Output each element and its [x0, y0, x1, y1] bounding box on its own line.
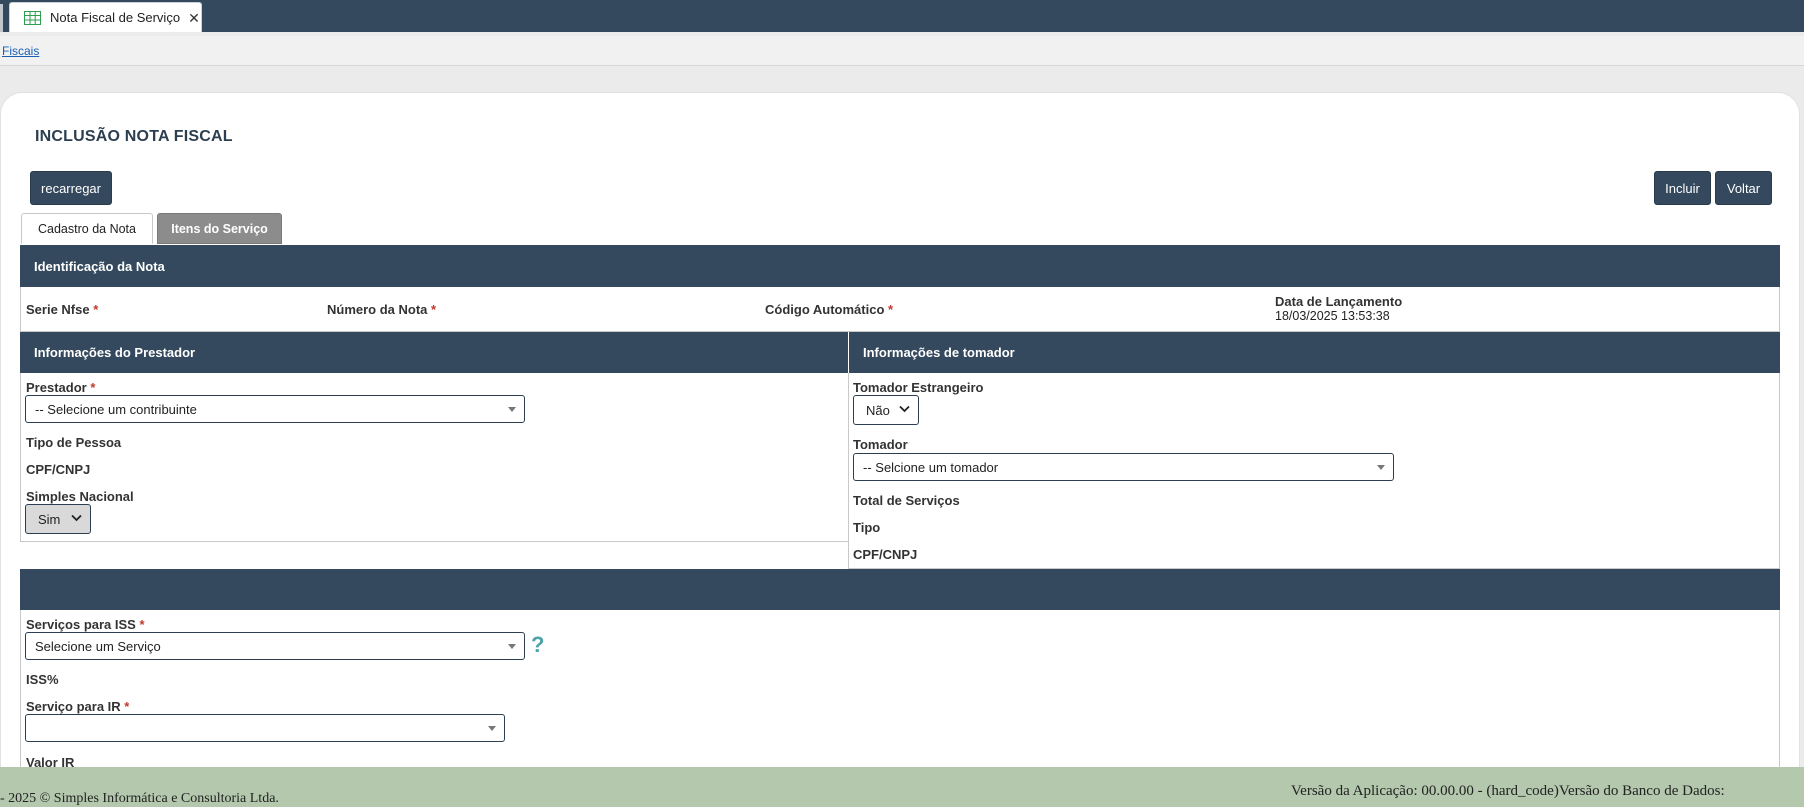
serie-nfse-label: Serie Nfse *	[26, 302, 98, 317]
include-button[interactable]: Incluir	[1654, 171, 1711, 205]
label-text: Número da Nota	[327, 302, 428, 317]
servicos-iss-label: Serviços para ISS *	[26, 617, 145, 632]
label-text: Serviço para IR	[26, 699, 121, 714]
chevron-down-icon	[508, 407, 516, 412]
data-lancamento-value: 18/03/2025 13:53:38	[1275, 309, 1390, 323]
footer-copyright: - 2025 © Simples Informática e Consultor…	[0, 791, 279, 806]
numero-nota-label: Número da Nota *	[327, 302, 436, 317]
codigo-automatico-label: Código Automático *	[765, 302, 893, 317]
tab-cadastro-da-nota[interactable]: Cadastro da Nota	[21, 213, 153, 244]
tomador-select[interactable]: -- Selcione um tomador	[853, 453, 1394, 481]
total-servicos-label: Total de Serviços	[853, 493, 960, 508]
prestador-label: Prestador *	[26, 380, 95, 395]
chevron-down-icon	[508, 644, 516, 649]
window-tab-nota-fiscal[interactable]: Nota Fiscal de Serviço ✕	[9, 2, 202, 32]
servicos-iss-select[interactable]: Selecione um Serviço	[25, 632, 525, 660]
help-icon[interactable]: ?	[531, 632, 544, 658]
section-title: Informações do Prestador	[34, 345, 196, 360]
tomador-estrangeiro-label: Tomador Estrangeiro	[853, 380, 984, 395]
tipo-pessoa-label: Tipo de Pessoa	[26, 435, 122, 450]
label-text: Serviços para ISS	[26, 617, 136, 632]
servico-ir-select[interactable]	[25, 714, 505, 742]
required-mark: *	[90, 380, 96, 395]
chevron-down-icon	[488, 726, 496, 731]
section-header-prestador: Informações do Prestador	[20, 332, 848, 373]
identificacao-panel	[20, 287, 1780, 332]
section-title: Identificação da Nota	[34, 258, 165, 274]
window-tab-title: Nota Fiscal de Serviço	[50, 10, 181, 25]
simples-nacional-label: Simples Nacional	[26, 489, 134, 504]
footer: - 2025 © Simples Informática e Consultor…	[0, 767, 1804, 807]
spreadsheet-icon	[24, 10, 41, 25]
chevron-down-icon	[899, 405, 910, 413]
chevron-down-icon	[1377, 465, 1385, 470]
footer-version: Versão da Aplicação: 00.00.00 - (hard_co…	[1291, 783, 1725, 799]
close-icon[interactable]: ✕	[188, 11, 200, 25]
required-mark: *	[888, 302, 894, 317]
label-text: Código Automático	[765, 302, 885, 317]
chevron-down-icon	[71, 514, 82, 522]
required-mark: *	[139, 617, 145, 632]
prestador-cpf-label: CPF/CNPJ	[26, 462, 91, 477]
tomador-cpf-label: CPF/CNPJ	[853, 547, 918, 562]
iss-percent-label: ISS%	[26, 672, 59, 687]
simples-nacional-value: Sim	[38, 511, 61, 527]
page-title: INCLUSÃO NOTA FISCAL	[35, 128, 233, 145]
breadcrumb-link-fiscais[interactable]: Fiscais	[2, 44, 39, 58]
required-mark: *	[93, 302, 99, 317]
label-text: Prestador	[26, 380, 87, 395]
servico-ir-label: Serviço para IR *	[26, 699, 129, 714]
prestador-select-value: -- Selecione um contribuinte	[35, 401, 197, 417]
tomador-estrangeiro-select[interactable]: Não	[853, 395, 919, 425]
breadcrumb: Fiscais	[0, 36, 1804, 66]
tab-itens-do-servico[interactable]: Itens do Serviço	[157, 213, 282, 244]
section-header-servicos	[20, 569, 1780, 610]
required-mark: *	[431, 302, 437, 317]
servicos-iss-value: Selecione um Serviço	[35, 638, 161, 654]
data-lancamento-label: Data de Lançamento	[1275, 294, 1403, 309]
section-header-tomador: Informações de tomador	[849, 332, 1780, 373]
tomador-label: Tomador	[853, 437, 908, 452]
section-header-identificacao: Identificação da Nota	[20, 245, 1780, 287]
window-tab-bar: Nota Fiscal de Serviço ✕	[0, 0, 1804, 32]
simples-nacional-select[interactable]: Sim	[25, 504, 91, 534]
label-text: Serie Nfse	[26, 302, 90, 317]
tomador-tipo-label: Tipo	[853, 520, 881, 535]
prev-tab-edge[interactable]	[0, 4, 3, 32]
tomador-estrangeiro-value: Não	[866, 402, 890, 418]
back-button[interactable]: Voltar	[1715, 171, 1772, 205]
reload-button[interactable]: recarregar	[30, 171, 112, 205]
tomador-select-value: -- Selcione um tomador	[863, 459, 999, 475]
section-title: Informações de tomador	[863, 345, 1015, 360]
required-mark: *	[124, 699, 130, 714]
prestador-select[interactable]: -- Selecione um contribuinte	[25, 395, 525, 423]
